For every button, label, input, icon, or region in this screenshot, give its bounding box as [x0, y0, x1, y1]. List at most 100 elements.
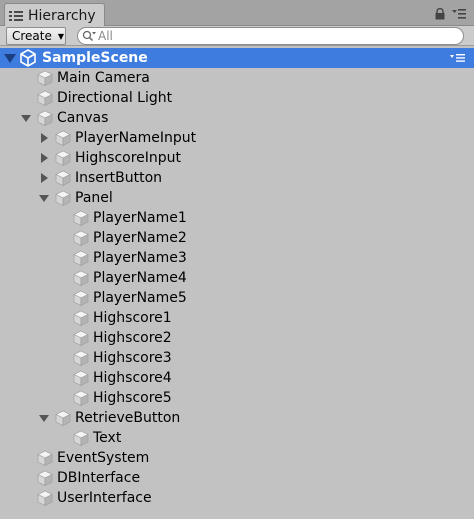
tree-item-label: UserInterface	[57, 490, 152, 506]
search-input[interactable]	[98, 29, 448, 43]
gameobject-cube-icon	[73, 330, 89, 346]
gameobject-cube-icon	[73, 370, 89, 386]
tree-item[interactable]: Highscore3	[56, 348, 172, 368]
gameobject-cube-icon	[73, 310, 89, 326]
tree-item-label: InsertButton	[75, 170, 163, 186]
fold-spacer	[56, 332, 68, 344]
gameobject-cube-icon	[37, 490, 53, 506]
tree-item[interactable]: Directional Light	[20, 88, 172, 108]
tree-item[interactable]: EventSystem	[20, 448, 149, 468]
tree-item[interactable]: PlayerName5	[56, 288, 187, 308]
tree-item[interactable]: PlayerName2	[56, 228, 187, 248]
gameobject-cube-icon	[55, 190, 71, 206]
tree-item[interactable]: Panel	[38, 188, 113, 208]
gameobject-cube-icon	[55, 410, 71, 426]
search-icon	[82, 30, 96, 42]
fold-spacer	[20, 472, 32, 484]
fold-spacer	[56, 272, 68, 284]
hierarchy-toolbar: Create ▼	[0, 26, 474, 46]
gameobject-cube-icon	[73, 390, 89, 406]
gameobject-cube-icon	[55, 170, 71, 186]
gameobject-cube-icon	[73, 230, 89, 246]
tree-item-label: Highscore2	[93, 330, 172, 346]
tree-item[interactable]: Highscore5	[56, 388, 172, 408]
scene-name: SampleScene	[42, 50, 148, 66]
create-button[interactable]: Create ▼	[6, 27, 66, 45]
fold-open-icon[interactable]	[20, 112, 32, 124]
tree-item-label: Highscore3	[93, 350, 172, 366]
tree-item[interactable]: Text	[56, 428, 121, 448]
tree-item[interactable]: Highscore4	[56, 368, 172, 388]
gameobject-cube-icon	[73, 430, 89, 446]
tree-item-label: RetrieveButton	[75, 410, 181, 426]
fold-spacer	[56, 212, 68, 224]
tree-item[interactable]: PlayerName4	[56, 268, 187, 288]
fold-spacer	[56, 312, 68, 324]
tree-item-label: Panel	[75, 190, 113, 206]
hierarchy-list-icon	[9, 10, 23, 22]
tree-item-label: Highscore4	[93, 370, 172, 386]
tree-item-label: PlayerNameInput	[75, 130, 197, 146]
fold-spacer	[56, 252, 68, 264]
tree-item[interactable]: PlayerName1	[56, 208, 187, 228]
gameobject-cube-icon	[73, 350, 89, 366]
scene-menu-icon[interactable]	[450, 54, 466, 62]
gameobject-cube-icon	[37, 450, 53, 466]
lock-icon[interactable]	[434, 8, 446, 20]
tree-item-label: PlayerName2	[93, 230, 187, 246]
tree-item-label: PlayerName5	[93, 290, 187, 306]
tree-item-label: Canvas	[57, 110, 109, 126]
create-label: Create	[12, 29, 52, 43]
tree-item[interactable]: PlayerName3	[56, 248, 187, 268]
fold-spacer	[56, 372, 68, 384]
fold-spacer	[56, 232, 68, 244]
tree-item[interactable]: HighscoreInput	[38, 148, 181, 168]
tree-item[interactable]: Main Camera	[20, 68, 150, 88]
fold-closed-icon[interactable]	[38, 172, 50, 184]
tree-item-label: DBInterface	[57, 470, 141, 486]
fold-spacer	[56, 352, 68, 364]
gameobject-cube-icon	[73, 250, 89, 266]
tab-hierarchy[interactable]: Hierarchy	[4, 3, 105, 27]
tree-item-label: PlayerName4	[93, 270, 187, 286]
fold-spacer	[56, 392, 68, 404]
gameobject-cube-icon	[37, 70, 53, 86]
tree-item-label: HighscoreInput	[75, 150, 182, 166]
tree-item[interactable]: Highscore1	[56, 308, 172, 328]
tree-item[interactable]: UserInterface	[20, 488, 152, 508]
gameobject-cube-icon	[55, 150, 71, 166]
tree-item[interactable]: Canvas	[20, 108, 108, 128]
dropdown-caret-icon: ▼	[57, 31, 65, 41]
fold-closed-icon[interactable]	[38, 152, 50, 164]
gameobject-cube-icon	[55, 130, 71, 146]
tree-item-label: Directional Light	[57, 90, 173, 106]
tree-item-label: Highscore5	[93, 390, 172, 406]
fold-closed-icon[interactable]	[38, 132, 50, 144]
fold-spacer	[20, 452, 32, 464]
gameobject-cube-icon	[37, 90, 53, 106]
tree-item-label: Highscore1	[93, 310, 172, 326]
tree-item[interactable]: RetrieveButton	[38, 408, 180, 428]
gameobject-cube-icon	[73, 290, 89, 306]
search-field[interactable]	[77, 27, 464, 45]
unity-logo-icon	[20, 49, 36, 67]
tree-item-label: Main Camera	[57, 70, 150, 86]
tree-item-label: PlayerName1	[93, 210, 187, 226]
gameobject-cube-icon	[73, 270, 89, 286]
hierarchy-tree: SampleScene Main Camera Directional Light…	[0, 47, 474, 519]
fold-open-icon[interactable]	[38, 192, 50, 204]
fold-spacer	[56, 292, 68, 304]
tree-item[interactable]: Highscore2	[56, 328, 172, 348]
fold-spacer	[56, 432, 68, 444]
fold-open-icon[interactable]	[4, 54, 16, 64]
tree-item[interactable]: PlayerNameInput	[38, 128, 196, 148]
scene-row[interactable]: SampleScene	[0, 48, 474, 68]
fold-spacer	[20, 72, 32, 84]
tree-item-label: EventSystem	[57, 450, 150, 466]
tree-item[interactable]: InsertButton	[38, 168, 162, 188]
fold-open-icon[interactable]	[38, 412, 50, 424]
panel-menu-icon[interactable]	[452, 9, 466, 19]
tab-strip: Hierarchy	[0, 0, 474, 27]
fold-spacer	[20, 92, 32, 104]
tree-item[interactable]: DBInterface	[20, 468, 140, 488]
